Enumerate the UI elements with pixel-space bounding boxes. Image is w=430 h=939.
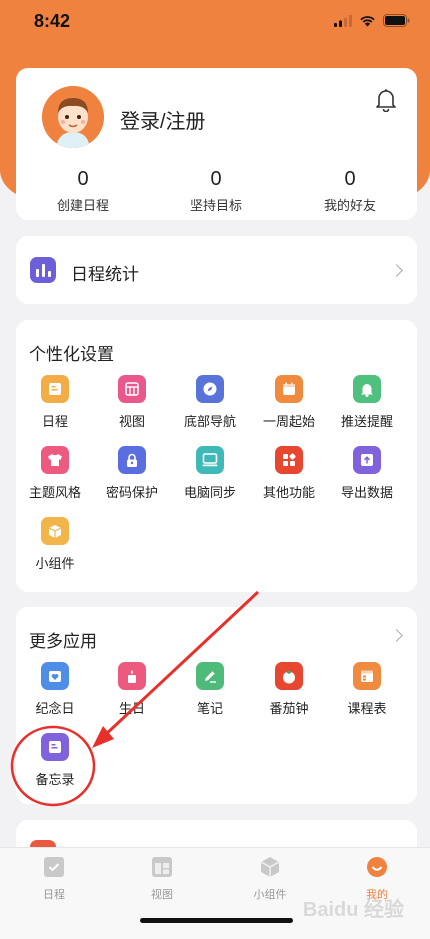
status-icons xyxy=(334,14,410,27)
tab-label: 日程 xyxy=(43,889,65,901)
app-birthday[interactable]: 生日 xyxy=(93,662,171,717)
schedule-stats-row[interactable]: 日程统计 xyxy=(16,236,417,304)
setting-label: 其他功能 xyxy=(262,485,315,500)
anniversary-icon xyxy=(41,662,69,690)
status-time: 8:42 xyxy=(34,11,71,31)
stat-created-schedules[interactable]: 0 创建日程 xyxy=(18,168,148,214)
setting-label: 小组件 xyxy=(35,556,75,571)
setting-push-reminder[interactable]: 推送提醒 xyxy=(328,375,406,430)
setting-label: 推送提醒 xyxy=(340,414,393,429)
memo-icon xyxy=(41,733,69,761)
app-memo[interactable]: 备忘录 xyxy=(16,733,94,788)
lock-icon xyxy=(118,446,146,474)
setting-label: 一周起始 xyxy=(262,414,315,429)
pencil-icon xyxy=(196,662,224,690)
stat-label: 我的好友 xyxy=(323,198,376,213)
battery-icon xyxy=(383,14,410,27)
personalization-title: 个性化设置 xyxy=(29,345,114,364)
watermark-logo: Baidu 经验 xyxy=(302,899,404,921)
timetable-icon xyxy=(353,662,381,690)
tab-view[interactable]: 视图 xyxy=(122,856,202,902)
app-label: 笔记 xyxy=(196,701,223,716)
schedule-icon xyxy=(41,375,69,403)
chevron-right-icon xyxy=(390,264,403,277)
setting-other-functions[interactable]: 其他功能 xyxy=(250,446,328,501)
personalization-card: 个性化设置 日程 视图 底部导航 一周起始 推送提醒 主题风格 密码保护 电脑同… xyxy=(16,320,417,592)
app-notes[interactable]: 笔记 xyxy=(171,662,249,717)
app-label: 课程表 xyxy=(347,701,387,716)
setting-label: 日程 xyxy=(41,414,68,429)
view-tab-icon xyxy=(152,857,172,877)
cube-icon xyxy=(41,517,69,545)
setting-label: 主题风格 xyxy=(28,485,81,500)
more-apps-title[interactable]: 更多应用 xyxy=(29,627,97,652)
chevron-right-icon[interactable] xyxy=(390,629,403,642)
setting-export-data[interactable]: 导出数据 xyxy=(328,446,406,501)
app-label: 纪念日 xyxy=(35,701,75,716)
tab-label: 视图 xyxy=(151,889,173,901)
stat-persist-goals[interactable]: 0 坚持目标 xyxy=(151,168,281,214)
setting-week-start[interactable]: 一周起始 xyxy=(250,375,328,430)
birthday-icon xyxy=(118,662,146,690)
setting-label: 视图 xyxy=(118,414,145,429)
avatar[interactable] xyxy=(42,86,104,148)
setting-pc-sync[interactable]: 电脑同步 xyxy=(171,446,249,501)
schedule-stats-label: 日程统计 xyxy=(71,265,139,284)
bar-chart-icon xyxy=(30,257,56,283)
setting-widget[interactable]: 小组件 xyxy=(16,517,94,572)
notification-bell-icon[interactable] xyxy=(375,88,397,112)
setting-password[interactable]: 密码保护 xyxy=(93,446,171,501)
login-register-link[interactable]: 登录/注册 xyxy=(120,105,206,134)
setting-schedule[interactable]: 日程 xyxy=(16,375,94,430)
app-label: 生日 xyxy=(118,701,145,716)
tab-schedule[interactable]: 日程 xyxy=(14,856,94,902)
export-icon xyxy=(353,446,381,474)
signal-icon xyxy=(334,14,352,27)
setting-label: 电脑同步 xyxy=(183,485,236,500)
widget-tab-icon xyxy=(260,857,280,877)
tab-widget[interactable]: 小组件 xyxy=(230,856,310,902)
stat-value: 0 xyxy=(344,168,356,190)
app-label: 番茄钟 xyxy=(269,701,309,716)
app-label: 备忘录 xyxy=(35,772,75,787)
setting-label: 密码保护 xyxy=(105,485,158,500)
stat-value: 0 xyxy=(210,168,222,190)
calendar-icon xyxy=(275,375,303,403)
tomato-icon xyxy=(275,662,303,690)
monitor-icon xyxy=(196,446,224,474)
avatar-boy-icon xyxy=(42,86,104,148)
view-grid-icon xyxy=(118,375,146,403)
stat-label: 创建日程 xyxy=(56,198,109,213)
setting-bottom-nav[interactable]: 底部导航 xyxy=(171,375,249,430)
shirt-icon xyxy=(41,446,69,474)
setting-label: 导出数据 xyxy=(340,485,393,500)
bell-icon xyxy=(353,375,381,403)
stat-my-friends[interactable]: 0 我的好友 xyxy=(285,168,415,214)
app-anniversary[interactable]: 纪念日 xyxy=(16,662,94,717)
status-bar: 8:42 xyxy=(0,0,430,44)
more-apps-card: 更多应用 纪念日 生日 笔记 番茄钟 课程表 备忘录 xyxy=(16,607,417,804)
setting-theme[interactable]: 主题风格 xyxy=(16,446,94,501)
profile-card: 登录/注册 0 创建日程 0 坚持目标 0 我的好友 xyxy=(16,68,417,220)
wifi-icon xyxy=(360,15,375,26)
schedule-tab-icon xyxy=(44,857,64,877)
stat-label: 坚持目标 xyxy=(189,198,242,213)
stat-value: 0 xyxy=(77,168,89,190)
setting-view[interactable]: 视图 xyxy=(93,375,171,430)
home-indicator xyxy=(140,918,293,923)
setting-label: 底部导航 xyxy=(183,414,236,429)
compass-icon xyxy=(196,375,224,403)
tab-label: 小组件 xyxy=(253,889,287,901)
app-timetable[interactable]: 课程表 xyxy=(328,662,406,717)
mine-tab-icon xyxy=(367,857,387,877)
app-pomodoro[interactable]: 番茄钟 xyxy=(250,662,328,717)
apps-icon xyxy=(275,446,303,474)
